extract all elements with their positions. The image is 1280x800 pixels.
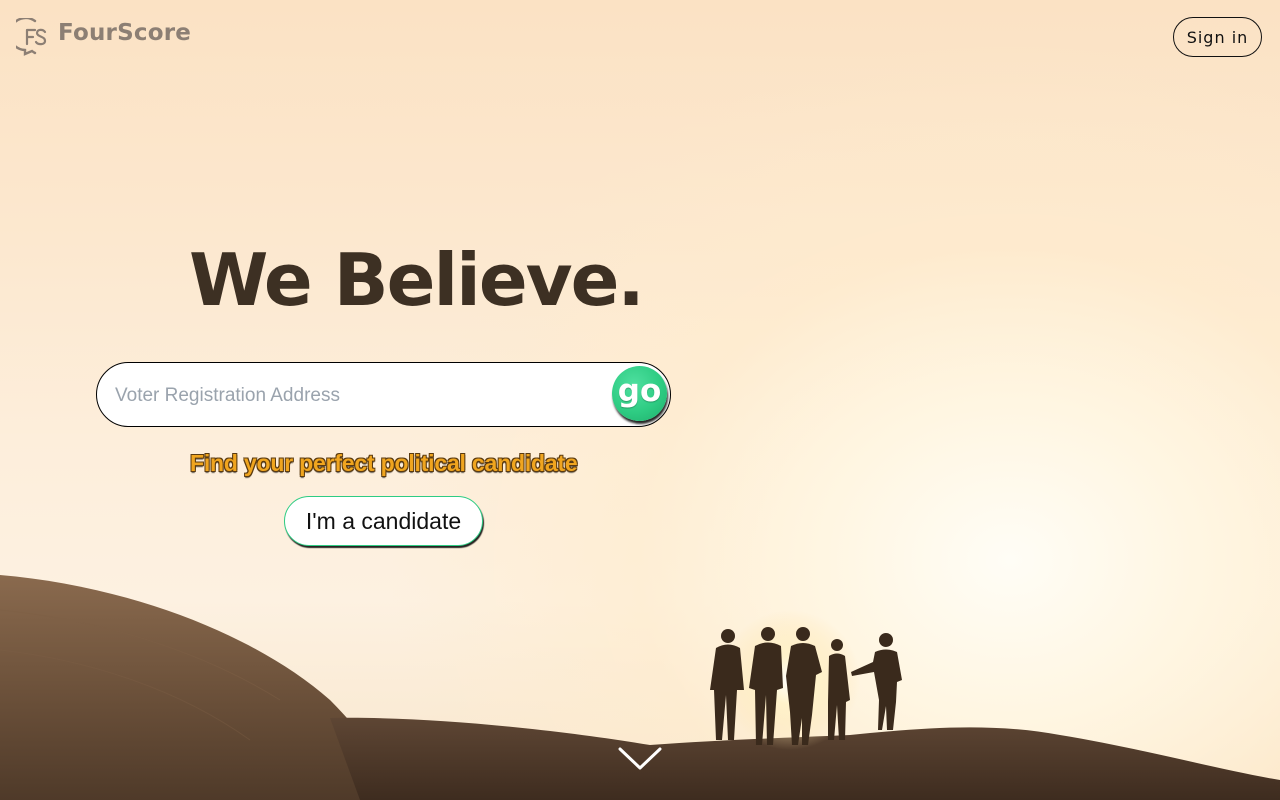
address-search-bar: go	[96, 362, 671, 428]
hero-section: FourScore Sign in We Believe. go Find yo…	[0, 0, 1280, 800]
chevron-down-icon[interactable]	[617, 743, 663, 773]
sign-in-button[interactable]: Sign in	[1173, 17, 1262, 57]
brand-logo[interactable]: FourScore	[16, 18, 191, 56]
go-button[interactable]: go	[612, 366, 667, 421]
page-headline: We Believe.	[189, 238, 645, 322]
im-a-candidate-button[interactable]: I'm a candidate	[284, 496, 483, 546]
voter-address-input[interactable]	[113, 363, 607, 428]
brand-name: FourScore	[58, 20, 192, 46]
tagline: Find your perfect political candidate	[190, 450, 578, 476]
fourscore-logo-icon	[16, 18, 47, 56]
go-button-label: go	[617, 372, 662, 409]
